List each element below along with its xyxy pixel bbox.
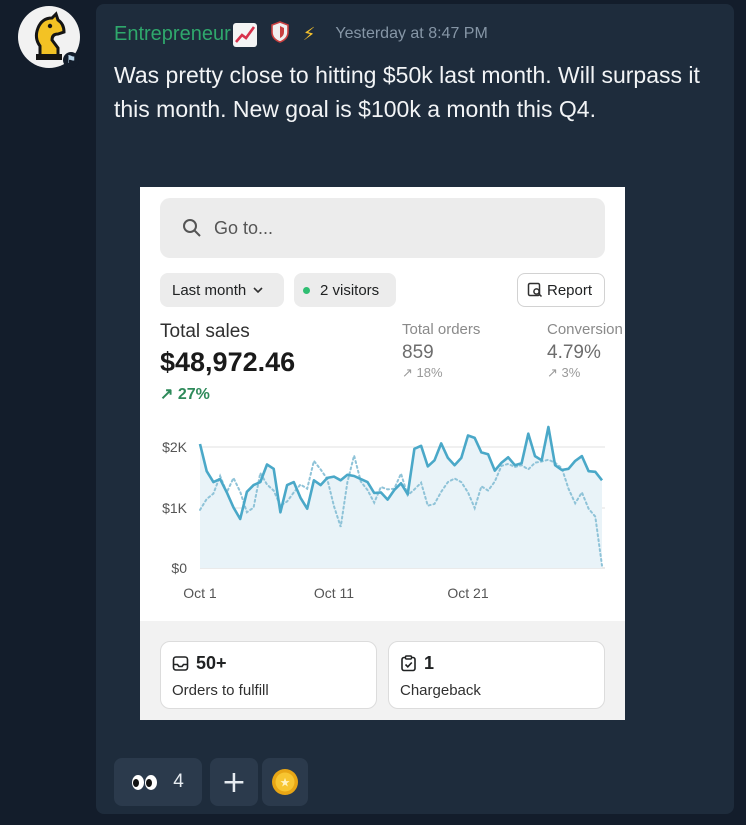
search-icon (183, 219, 201, 237)
total-sales-label: Total sales (160, 321, 250, 342)
live-dot-icon (303, 286, 310, 294)
report-button: Report (517, 273, 605, 307)
total-sales-value: $48,972.46 (160, 347, 296, 377)
y-tick-1k: $1K (162, 500, 188, 516)
chargeback-label: Chargeback (400, 682, 481, 699)
orders-to-fulfill-label: Orders to fulfill (172, 682, 269, 699)
message-header: Entrepreneur ⚡ Yesterday at 8:47 PM (114, 20, 488, 48)
period-filter-label: Last month (172, 281, 247, 299)
shield-icon (270, 20, 289, 48)
clipboard-check-icon (401, 655, 416, 672)
total-sales-delta-value: 27% (177, 386, 210, 403)
total-orders-delta: ↗ 18% (402, 365, 443, 380)
lightning-icon: ⚡ (302, 23, 316, 45)
chargeback-header: 1 (400, 653, 434, 674)
total-sales-delta: ↗ 27% (160, 386, 210, 403)
chargeback-count: 1 (424, 653, 435, 673)
y-tick-0: $0 (171, 560, 187, 576)
coin-icon: ★ (272, 769, 298, 795)
conversion-label: Conversion (547, 321, 623, 338)
orders-to-fulfill-tile: 50+ Orders to fulfill (160, 641, 377, 709)
add-reaction-button[interactable]: + (210, 758, 258, 806)
y-tick-2k: $2K (162, 439, 188, 455)
author-name[interactable]: Entrepreneur (114, 23, 231, 46)
chart-increasing-emoji (232, 23, 257, 47)
conversion-value: 4.79% (547, 342, 601, 363)
svg-text:★: ★ (280, 776, 291, 790)
report-icon (527, 282, 543, 298)
x-tick-oct1: Oct 1 (183, 585, 217, 601)
period-filter: Last month (160, 273, 284, 307)
search-bar: Go to... (160, 198, 605, 258)
total-orders-delta-value: 18% (416, 365, 443, 380)
eyes-icon (132, 774, 158, 790)
plus-icon: + (221, 764, 247, 800)
reaction-coin-button[interactable]: ★ (262, 758, 308, 806)
conversion-delta-value: 3% (561, 365, 581, 380)
current-period-area (200, 427, 602, 568)
search-placeholder: Go to... (214, 217, 274, 238)
reaction-eyes-button[interactable]: 4 (114, 758, 202, 806)
chevron-down-icon (253, 287, 263, 294)
attached-screenshot[interactable]: Go to... Last month 2 visitors Report To… (140, 187, 625, 720)
x-tick-oct11: Oct 11 (314, 585, 354, 601)
reaction-eyes-count: 4 (173, 771, 184, 792)
message-text: Was pretty close to hitting $50k last mo… (114, 62, 700, 122)
visitors-label: 2 visitors (320, 281, 380, 299)
total-orders-label: Total orders (402, 321, 481, 338)
orders-to-fulfill-count: 50+ (196, 653, 227, 673)
total-orders-value: 859 (402, 342, 434, 363)
chargeback-tile: 1 Chargeback (388, 641, 605, 709)
visitors-badge: 2 visitors (294, 273, 396, 307)
report-label: Report (547, 281, 593, 299)
message-timestamp: Yesterday at 8:47 PM (335, 25, 488, 42)
x-tick-oct21: Oct 21 (447, 585, 488, 601)
inbox-icon (172, 656, 189, 671)
sales-line-chart: $2K $1K $0 Oct 1 Oct 11 Oct 21 (162, 425, 605, 601)
action-tiles-area: 50+ Orders to fulfill 1 Chargeback (140, 621, 625, 720)
orders-to-fulfill-header: 50+ (172, 653, 227, 674)
status-badge-icon: ⚑ (63, 52, 79, 68)
conversion-delta: ↗ 3% (547, 365, 581, 380)
